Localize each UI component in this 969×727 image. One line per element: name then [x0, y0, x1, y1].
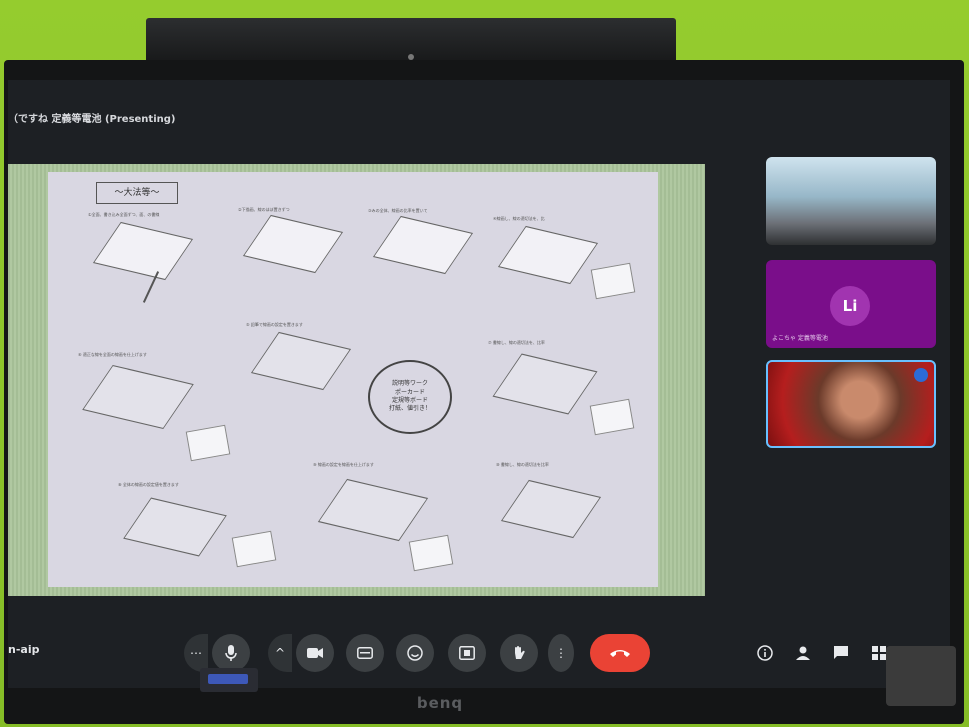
- step-caption: ①全面、書き込み全面ずつ、面、の書線: [88, 212, 160, 217]
- step-illustration: ⑧ 全体の線画の設定値を置きます: [118, 482, 288, 582]
- step-illustration: ①全面、書き込み全面ずつ、面、の書線: [88, 212, 208, 312]
- step-caption: ②下描画、線のほぼ置きずつ: [238, 207, 290, 212]
- step-caption: ⑨ 線画の設定を線画を仕上げます: [313, 462, 374, 467]
- info-icon: [757, 645, 773, 661]
- slide-header: 〜大法等〜: [96, 182, 178, 204]
- binder-sketch: [250, 331, 352, 391]
- activities-icon: [872, 646, 886, 660]
- step-caption: ⑦ 書線し、線の適切法を、比率: [488, 340, 545, 345]
- card-sketch: [231, 530, 277, 568]
- presenting-title: （ですね 定義等電池 (Presenting): [8, 114, 176, 125]
- monitor-brand: benq: [416, 694, 464, 712]
- step-caption: ⑩ 書線し、線の適切法を比率: [496, 462, 549, 467]
- participant-tile-avatar[interactable]: Li よこちゃ 定義等電池: [766, 260, 936, 348]
- raise-hand-button[interactable]: [500, 634, 538, 672]
- emoji-button[interactable]: [396, 634, 434, 672]
- card-sketch: [408, 534, 454, 572]
- microphone-button[interactable]: [212, 634, 250, 672]
- step-illustration: ⑤ 鉛筆で線画の設定を置きます: [246, 322, 366, 412]
- card-sketch: [185, 424, 231, 462]
- video-call-screen: （ですね 定義等電池 (Presenting) 〜大法等〜 ①全面、書き込み全面…: [8, 80, 950, 688]
- camera-button[interactable]: [296, 634, 334, 672]
- raise-hand-icon: [515, 646, 525, 659]
- step-illustration: ⑨ 線画の設定を線画を仕上げます: [313, 462, 483, 572]
- video-options-button[interactable]: ^: [268, 634, 292, 672]
- participant-tile-video[interactable]: [766, 360, 936, 448]
- binder-sketch: [372, 215, 474, 275]
- more-icon: ⋯: [190, 646, 202, 660]
- meeting-controls-bar: n-aip ⋯ ^ ⋮: [8, 628, 950, 678]
- avatar: Li: [830, 286, 870, 326]
- speech-bubble: 説明等ワーク ポーカード 定規等ボード 打紙、値引き！: [368, 360, 452, 434]
- step-caption: ⑤ 鉛筆で線画の設定を置きます: [246, 322, 303, 327]
- stand-light: [208, 674, 248, 684]
- card-sketch: [590, 262, 636, 300]
- step-illustration: ②下描画、線のほぼ置きずつ: [238, 207, 358, 297]
- end-call-button[interactable]: [590, 634, 650, 672]
- binder-sketch: [82, 364, 194, 430]
- captions-icon: [357, 647, 373, 659]
- camera-stand: [200, 668, 258, 692]
- step-illustration: ⑥ 適正な線を全面の線画を仕上げます: [78, 352, 248, 472]
- chat-button[interactable]: [822, 634, 860, 672]
- step-illustration: ⑦ 書線し、線の適切法を、比率: [488, 340, 648, 450]
- binder-sketch: [92, 221, 194, 281]
- end-call-icon: [610, 650, 630, 657]
- captions-button[interactable]: [346, 634, 384, 672]
- step-illustration: ③みの全体、線画の比率を置いて: [368, 208, 488, 298]
- step-caption: ④線画し、線の適切法を、比: [493, 216, 545, 221]
- participant-name: よこちゃ 定義等電池: [772, 335, 828, 342]
- people-button[interactable]: [784, 634, 822, 672]
- meeting-code: n-aip: [8, 643, 40, 656]
- caret-icon: ^: [274, 646, 286, 660]
- speaking-indicator-icon: [914, 368, 928, 382]
- meeting-info-button[interactable]: [746, 634, 784, 672]
- binder-sketch: [242, 214, 344, 274]
- present-button[interactable]: [448, 634, 486, 672]
- step-caption: ③みの全体、線画の比率を置いて: [368, 208, 428, 213]
- binder-sketch: [500, 479, 602, 539]
- card-sketch: [589, 398, 635, 436]
- slide: 〜大法等〜 ①全面、書き込み全面ずつ、面、の書線 ②下描画、線のほぼ置きずつ ③…: [48, 172, 658, 587]
- emoji-icon: [407, 645, 423, 661]
- more-vert-icon: ⋮: [555, 646, 567, 660]
- people-icon: [796, 646, 810, 660]
- step-caption: ⑧ 全体の線画の設定値を置きます: [118, 482, 179, 487]
- binder-sketch: [497, 225, 599, 285]
- binder-sketch: [317, 478, 429, 542]
- chat-icon: [834, 646, 848, 659]
- more-options-button[interactable]: ⋮: [548, 634, 574, 672]
- shared-screen: 〜大法等〜 ①全面、書き込み全面ずつ、面、の書線 ②下描画、線のほぼ置きずつ ③…: [8, 164, 705, 596]
- step-illustration: ⑩ 書線し、線の適切法を比率: [496, 462, 616, 562]
- mic-icon: [225, 645, 237, 661]
- side-device: [886, 646, 956, 706]
- more-audio-options-button[interactable]: ⋯: [184, 634, 208, 672]
- participant-tile-room[interactable]: [766, 157, 936, 245]
- binder-sketch: [123, 497, 227, 557]
- camera-icon: [307, 648, 323, 658]
- step-illustration: ④線画し、線の適切法を、比: [493, 216, 643, 316]
- present-icon: [459, 646, 475, 660]
- binder-sketch: [492, 353, 598, 415]
- step-caption: ⑥ 適正な線を全面の線画を仕上げます: [78, 352, 147, 357]
